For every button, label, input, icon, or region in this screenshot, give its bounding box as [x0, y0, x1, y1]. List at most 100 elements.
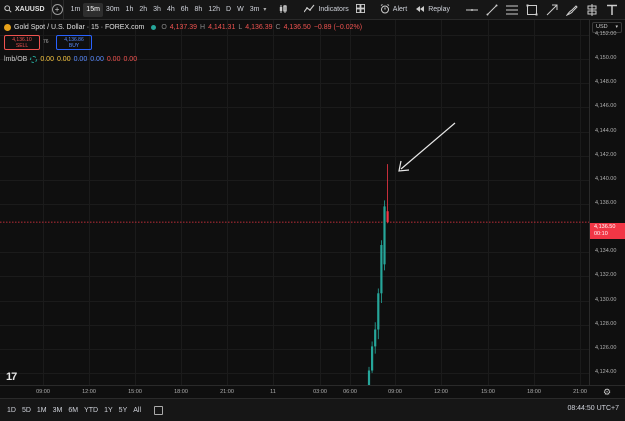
- open-label: O: [161, 24, 167, 31]
- bar-countdown: 00:10: [594, 231, 608, 237]
- timeframe-2h[interactable]: 2h: [136, 3, 150, 17]
- time-tick-label: 18:00: [527, 389, 541, 395]
- fib-retracement-icon[interactable]: [506, 4, 518, 16]
- brush-icon[interactable]: [565, 4, 578, 16]
- symbol-name: XAUUSD: [15, 6, 45, 13]
- buy-button[interactable]: 4,136.86 BUY: [56, 35, 92, 50]
- price-tick-label: 4,150.00: [595, 55, 617, 62]
- rectangle-icon[interactable]: [526, 4, 538, 16]
- arrow-tool-icon[interactable]: [546, 4, 558, 16]
- currency-label: USD: [596, 24, 608, 30]
- timeframe-4h[interactable]: 4h: [164, 3, 178, 17]
- gear-icon[interactable]: ⚙: [603, 387, 611, 398]
- price-chart: [0, 122, 589, 385]
- symbol-legend: Gold Spot / U.S. Dollar · 15 · FOREX.com…: [4, 24, 362, 31]
- time-tick-label: 18:00: [174, 389, 188, 395]
- candle-body: [371, 346, 374, 371]
- price-tick-label: 4,148.00: [595, 79, 617, 86]
- spread-value: 76: [43, 39, 49, 45]
- top-toolbar: XAUUSD + 1m 15m 30m 1h 2h 3h 4h 6h 8h 12h D W 3m ▾ In…: [0, 0, 625, 20]
- range-1y[interactable]: 1Y: [101, 407, 116, 414]
- price-tick-label: 4,132.00: [595, 272, 617, 279]
- chart-type-icon[interactable]: [274, 4, 292, 16]
- legend-title: Gold Spot / U.S. Dollar · 15 · FOREX.com: [14, 24, 145, 31]
- timeframe-1m[interactable]: 1m: [68, 3, 84, 17]
- indicators-icon: [303, 4, 315, 16]
- timeframe-1h[interactable]: 1h: [123, 3, 137, 17]
- price-tick-label: 4,138.00: [595, 200, 617, 206]
- range-3m[interactable]: 3M: [50, 407, 66, 414]
- time-tick-label: 15:00: [481, 389, 495, 395]
- indicators-label: Indicators: [318, 6, 349, 13]
- candle-body: [386, 211, 389, 223]
- time-tick-label: 06:00: [343, 389, 357, 395]
- range-6m[interactable]: 6M: [65, 407, 81, 414]
- chart-pane[interactable]: [0, 20, 589, 385]
- range-ytd[interactable]: YTD: [81, 407, 101, 414]
- time-tick-label: 21:00: [573, 389, 587, 395]
- range-1m[interactable]: 1M: [34, 407, 50, 414]
- compare-symbol-button[interactable]: +: [51, 0, 64, 20]
- buy-label: BUY: [68, 43, 80, 49]
- timeframe-6h[interactable]: 6h: [178, 3, 192, 17]
- replay-icon: [415, 4, 425, 16]
- date-range-selector: 1D 5D 1M 3M 6M YTD 1Y 5Y All: [4, 407, 144, 414]
- time-tick-label: 09:00: [36, 389, 50, 395]
- price-tick-label: 4,128.00: [595, 320, 617, 327]
- indicator-value: 0.00: [56, 56, 71, 63]
- timeframe-30m[interactable]: 30m: [103, 3, 123, 17]
- timeframe-3h[interactable]: 3h: [150, 3, 164, 17]
- high-value: 4,141.31: [208, 24, 236, 31]
- layout-templates-icon[interactable]: [353, 4, 368, 15]
- price-tick-label: 4,152.00: [595, 31, 617, 38]
- timeframe-8h[interactable]: 8h: [192, 3, 206, 17]
- indicator-value: 0.00: [106, 56, 121, 63]
- alert-label: Alert: [392, 6, 408, 13]
- text-icon[interactable]: [606, 4, 618, 16]
- chevron-down-icon[interactable]: ▾: [263, 6, 266, 13]
- indicators-button[interactable]: Indicators: [300, 4, 352, 16]
- trend-line-icon[interactable]: [486, 4, 498, 16]
- timeframe-15m[interactable]: 15m: [83, 2, 103, 17]
- timeframe-12h[interactable]: 12h: [205, 3, 223, 17]
- replay-button[interactable]: Replay: [411, 4, 454, 16]
- price-tick-label: 4,144.00: [595, 127, 617, 134]
- open-value: 4,137.39: [169, 24, 198, 31]
- indicator-value: 0.00: [40, 56, 54, 63]
- high-label: H: [200, 24, 206, 31]
- time-tick-label: 15:00: [128, 389, 142, 395]
- candle-body: [374, 329, 377, 347]
- plus-icon: +: [51, 4, 63, 15]
- horizontal-line-icon[interactable]: [466, 4, 478, 16]
- indicator-loading-icon: [30, 56, 38, 63]
- current-price-label: 4,136.50 00:10: [590, 223, 625, 239]
- price-tick-label: 4,130.00: [595, 296, 617, 303]
- range-1d[interactable]: 1D: [4, 407, 19, 414]
- close-value: 4,136.50: [283, 24, 311, 31]
- clock-timezone[interactable]: 08:44:50 UTC+7: [567, 405, 619, 412]
- drawing-tools: [462, 3, 625, 16]
- search-icon: [4, 4, 12, 15]
- range-all[interactable]: All: [130, 407, 144, 414]
- long-position-icon[interactable]: [586, 3, 598, 16]
- symbol-search[interactable]: XAUUSD: [0, 0, 52, 20]
- timeframe-W[interactable]: W: [234, 3, 247, 17]
- price-tick-label: 4,124.00: [595, 368, 617, 375]
- annotation-arrow-line: [400, 122, 456, 170]
- tradingview-logo[interactable]: 17: [6, 371, 17, 383]
- candle-body: [377, 293, 380, 330]
- range-5y[interactable]: 5Y: [116, 407, 131, 414]
- alert-button[interactable]: Alert: [376, 3, 411, 16]
- timeframe-3m[interactable]: 3m: [247, 3, 263, 17]
- range-5d[interactable]: 5D: [19, 407, 34, 414]
- indicator-legend[interactable]: lmb/OB 0.00 0.00 0.00 0.00 0.00 0.00: [4, 56, 137, 63]
- calendar-icon[interactable]: [154, 405, 164, 415]
- timeframe-D[interactable]: D: [223, 3, 234, 17]
- sell-button[interactable]: 4,136.10 SELL: [4, 35, 40, 50]
- time-tick-label: 09:00: [388, 389, 402, 395]
- market-open-icon: [151, 25, 157, 30]
- time-tick-label: 21:00: [220, 389, 234, 395]
- gold-coin-icon: [4, 24, 11, 31]
- price-tick-label: 4,126.00: [595, 344, 617, 351]
- replay-label: Replay: [428, 6, 450, 13]
